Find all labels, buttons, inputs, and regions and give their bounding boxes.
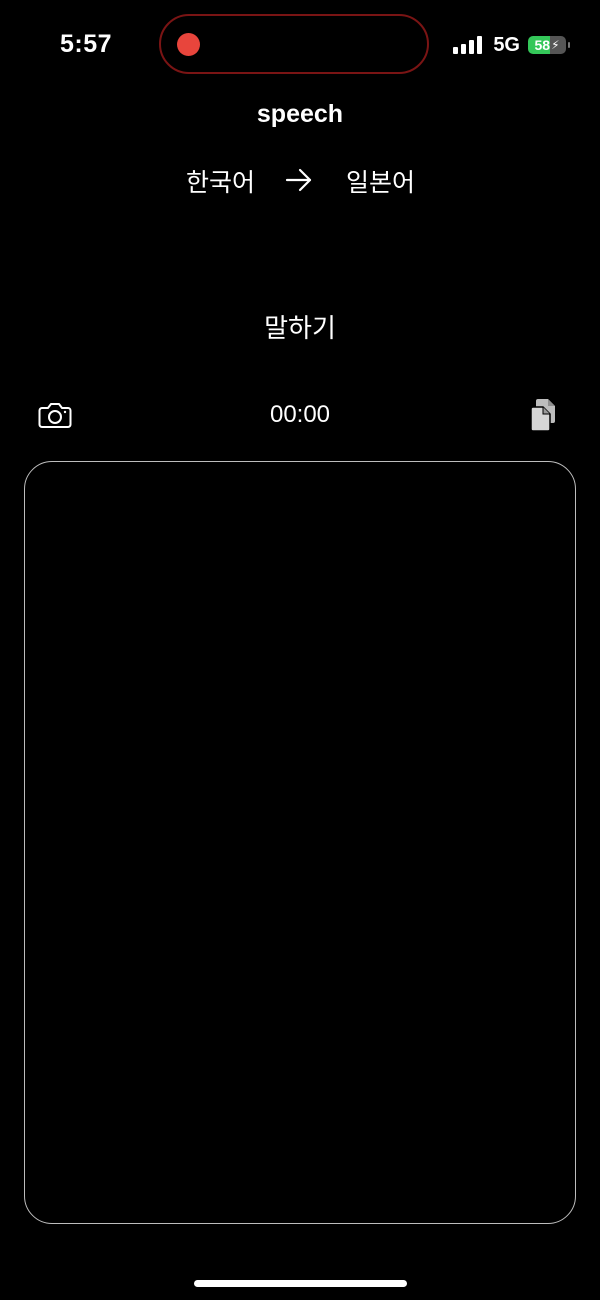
page-title: speech: [256, 100, 344, 128]
dynamic-island[interactable]: [159, 14, 429, 74]
source-language[interactable]: 한국어: [186, 163, 255, 199]
speak-button[interactable]: 말하기: [200, 308, 400, 345]
recording-indicator-icon: [177, 33, 200, 56]
transcript-area[interactable]: [24, 461, 576, 1224]
charging-bolt-icon: ⚡: [551, 38, 560, 52]
status-time: 5:57: [60, 30, 113, 58]
copy-icon[interactable]: [528, 397, 560, 433]
target-language[interactable]: 일본어: [346, 163, 415, 199]
cellular-signal-icon: [453, 36, 483, 54]
recording-timer: 00:00: [269, 401, 331, 428]
battery-icon: 58 ⚡: [528, 36, 570, 54]
camera-icon[interactable]: [38, 401, 72, 429]
language-selector: 한국어 일본어: [0, 163, 600, 197]
home-indicator[interactable]: [194, 1280, 407, 1287]
network-type: 5G: [493, 33, 520, 56]
battery-percent: 58: [534, 37, 551, 53]
arrow-right-icon[interactable]: [285, 167, 313, 193]
status-indicators: 5G 58 ⚡: [453, 33, 570, 57]
